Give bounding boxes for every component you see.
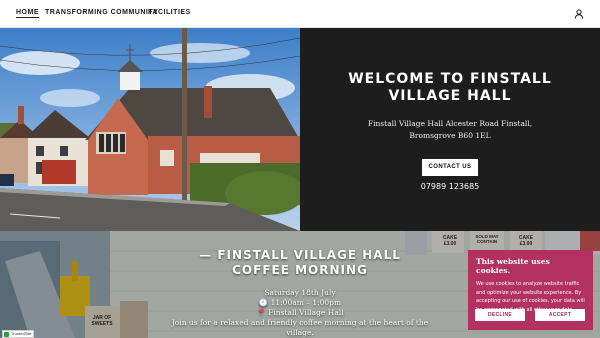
user-icon[interactable]	[574, 9, 584, 19]
cookie-consent-banner: This website uses cookies. We use cookie…	[468, 250, 593, 330]
cake-sign-1: CAKE £3.00	[442, 235, 458, 247]
top-navigation: HOME TRANSFORMING COMMUNITY FACILITIES	[0, 0, 600, 28]
hall-name: Finstall Village Hall	[367, 119, 444, 128]
hall-address: Finstall Village Hall Alcester Road Fins…	[350, 118, 550, 142]
event-location: 📍 Finstall Village Hall	[256, 308, 344, 317]
nav-transforming-community[interactable]: TRANSFORMING COMMUNITY	[45, 9, 158, 16]
phone-number[interactable]: 07989 123685	[300, 182, 600, 191]
event-time: 🕙 11:00am – 1:00pm	[258, 298, 342, 307]
event-date: Saturday 18th July	[264, 288, 336, 297]
contact-us-button[interactable]: CONTACT US	[422, 159, 478, 176]
decline-button[interactable]: DECLINE	[475, 309, 525, 321]
village-hall-photo	[0, 28, 300, 231]
hero-info-panel: WELCOME TO FINSTALL VILLAGE HALL Finstal…	[300, 28, 600, 231]
accept-button[interactable]: ACCEPT	[535, 309, 585, 321]
event-description: Join us for a relaxed and friendly coffe…	[171, 318, 429, 337]
event-title: — FINSTALL VILLAGE HALL COFFEE MORNING	[199, 248, 401, 277]
cake-sign-2: CAKE £3.00	[518, 235, 534, 247]
trusted-site-badge[interactable]: TrustedSite	[2, 330, 34, 338]
nav-home[interactable]: HOME	[16, 9, 39, 18]
hero-section: WELCOME TO FINSTALL VILLAGE HALL Finstal…	[0, 28, 600, 231]
sold-may-contain-sign: SOLD MAY CONTAIN	[475, 234, 499, 244]
trusted-site-label: TrustedSite	[11, 331, 32, 336]
cookie-title: This website uses cookies.	[476, 257, 550, 275]
jar-of-sweets-label: JAR OF SWEETS	[91, 315, 113, 327]
nav-facilities[interactable]: FACILITIES	[148, 9, 191, 16]
page-title: WELCOME TO FINSTALL VILLAGE HALL	[348, 71, 552, 104]
check-icon	[4, 332, 9, 337]
